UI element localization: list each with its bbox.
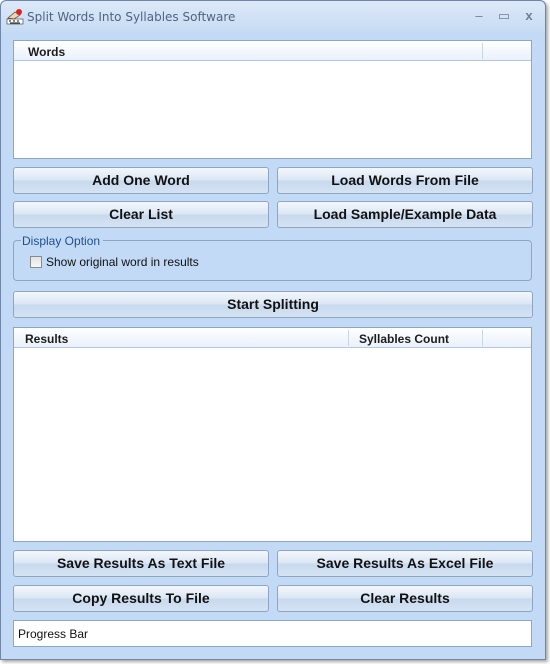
column-header-syllables-count[interactable]: Syllables Count — [359, 328, 449, 348]
load-sample-data-button[interactable]: Load Sample/Example Data — [277, 201, 533, 228]
column-separator[interactable] — [348, 330, 349, 346]
app-icon — [6, 9, 24, 25]
words-list-header: Words — [14, 41, 531, 61]
copy-results-button[interactable]: Copy Results To File — [13, 585, 269, 612]
main-window: Split Words Into Syllables Software – ▭ … — [0, 0, 546, 660]
progress-bar: Progress Bar — [13, 620, 532, 647]
start-splitting-button[interactable]: Start Splitting — [13, 291, 533, 318]
results-list[interactable]: Results Syllables Count — [13, 327, 532, 542]
maximize-button[interactable]: ▭ — [495, 8, 513, 24]
show-original-word-label[interactable]: Show original word in results — [46, 255, 199, 269]
title-bar[interactable]: Split Words Into Syllables Software – ▭ … — [1, 1, 545, 33]
save-results-text-button[interactable]: Save Results As Text File — [13, 550, 269, 577]
column-separator[interactable] — [482, 330, 483, 346]
clear-results-button[interactable]: Clear Results — [277, 585, 533, 612]
column-header-words[interactable]: Words — [28, 41, 65, 61]
column-header-results[interactable]: Results — [25, 328, 68, 348]
display-option-legend: Display Option — [21, 234, 104, 248]
close-button[interactable]: x — [520, 8, 538, 24]
show-original-word-checkbox[interactable] — [30, 256, 42, 268]
clear-list-button[interactable]: Clear List — [13, 201, 269, 228]
results-list-header: Results Syllables Count — [14, 328, 531, 348]
window-title: Split Words Into Syllables Software — [27, 10, 236, 24]
save-results-excel-button[interactable]: Save Results As Excel File — [277, 550, 533, 577]
load-words-from-file-button[interactable]: Load Words From File — [277, 167, 533, 194]
add-one-word-button[interactable]: Add One Word — [13, 167, 269, 194]
column-separator[interactable] — [482, 43, 483, 59]
progress-bar-label: Progress Bar — [18, 627, 89, 641]
minimize-button[interactable]: – — [470, 8, 488, 24]
words-list[interactable]: Words — [13, 40, 532, 159]
